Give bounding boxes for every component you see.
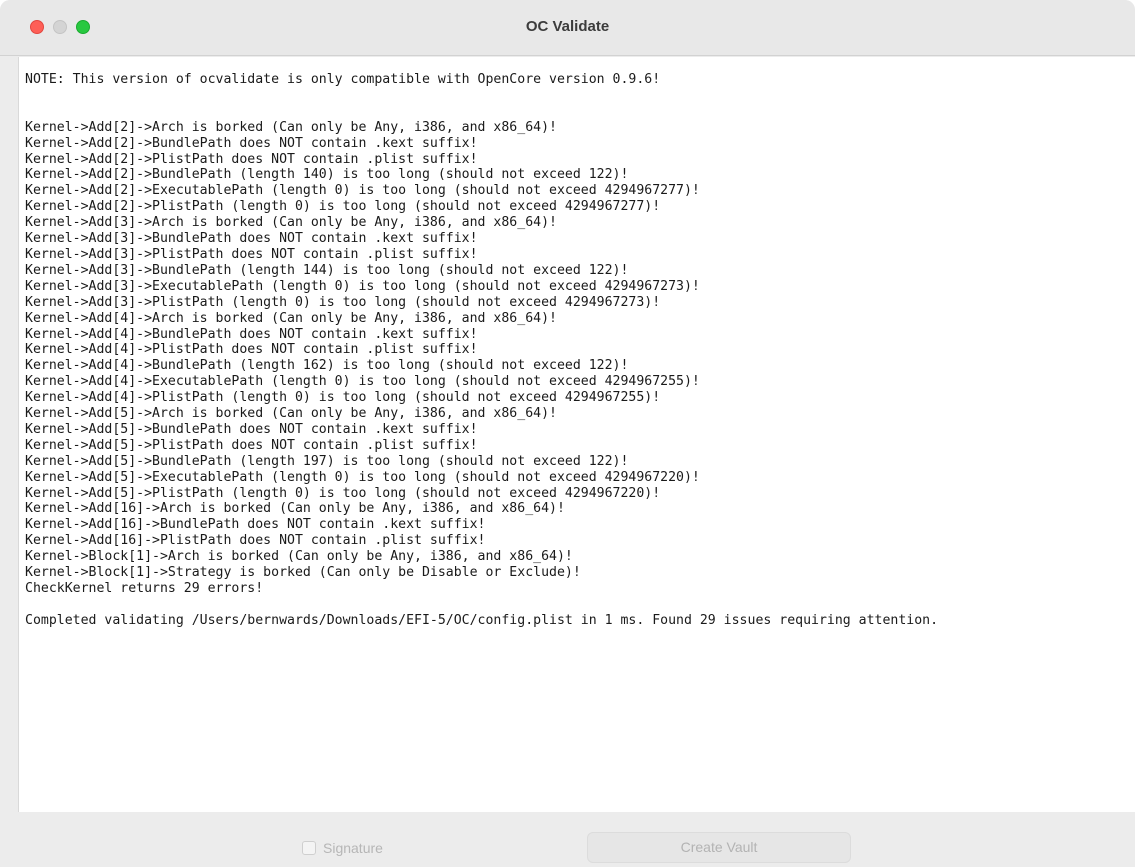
oc-validate-window: OC Validate NOTE: This version of ocvali… [0,0,1135,867]
signature-option[interactable]: Signature [302,839,383,857]
signature-checkbox[interactable] [302,841,316,855]
create-vault-button[interactable]: Create Vault [587,832,851,863]
window-title: OC Validate [525,18,610,35]
validation-output-area[interactable]: NOTE: This version of ocvalidate is only… [18,57,1135,812]
signature-label: Signature [323,840,383,856]
bottom-toolbar: Signature Create Vault [0,812,1135,867]
title-bar: OC Validate [0,0,1135,56]
validation-output-text[interactable]: NOTE: This version of ocvalidate is only… [25,72,1125,629]
